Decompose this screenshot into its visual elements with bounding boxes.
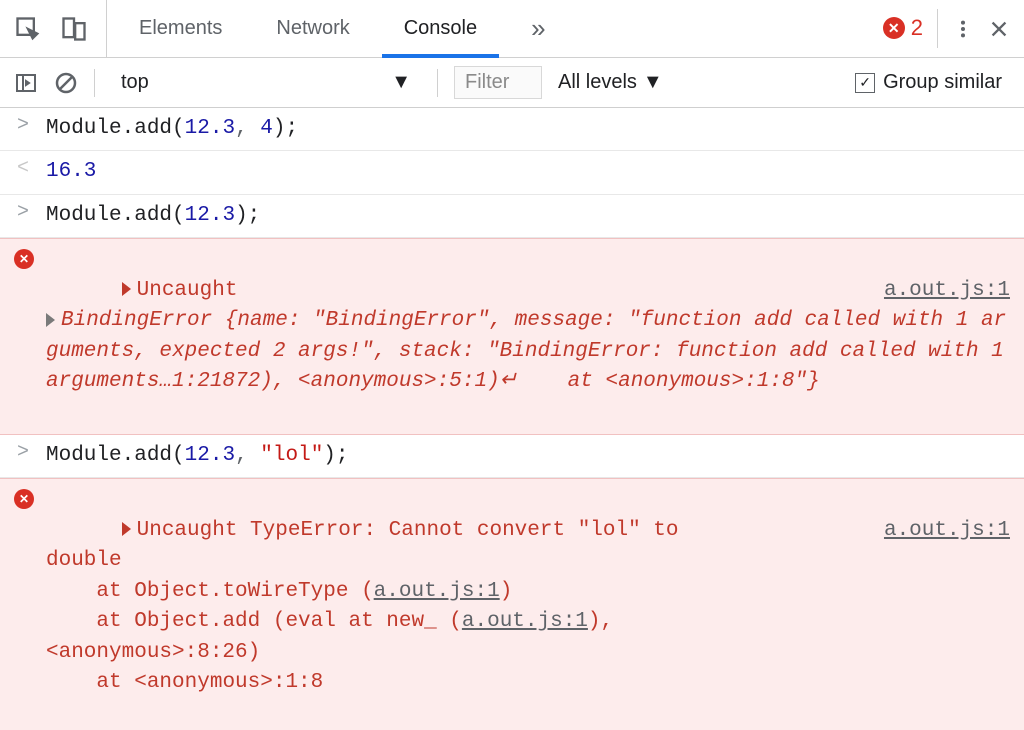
output-caret-icon: <	[14, 157, 32, 180]
devtools-tab-bar: Elements Network Console » ✕ 2	[0, 0, 1024, 58]
overflow-menu-icon[interactable]	[952, 18, 974, 40]
source-link[interactable]: a.out.js:1	[884, 276, 1010, 306]
inspect-toolbar	[14, 0, 107, 57]
output-row[interactable]: < 16.3	[0, 151, 1024, 194]
input-row[interactable]: > Module.add(12.3);	[0, 195, 1024, 238]
expand-icon[interactable]	[122, 522, 131, 536]
error-row[interactable]: ✕ a.out.js:1 Uncaught TypeError: Cannot c…	[0, 478, 1024, 730]
tab-elements[interactable]: Elements	[117, 0, 244, 57]
expand-icon[interactable]	[122, 282, 131, 296]
log-levels-selector[interactable]: All levels ▼	[558, 71, 663, 94]
error-message: BindingError {name: "BindingError", mess…	[46, 309, 1016, 393]
console-toolbar: top ▼ Filter All levels ▼ ✓ Group simila…	[0, 58, 1024, 108]
tab-network[interactable]: Network	[254, 0, 371, 57]
source-link[interactable]: a.out.js:1	[374, 580, 500, 603]
console-sidebar-toggle-icon[interactable]	[14, 71, 38, 95]
input-row[interactable]: > Module.add(12.3, "lol");	[0, 435, 1024, 478]
tab-console[interactable]: Console	[382, 0, 499, 57]
error-icon: ✕	[14, 485, 32, 509]
console-output: > Module.add(12.3, 4); < 16.3 > Module.a…	[0, 108, 1024, 730]
source-link[interactable]: a.out.js:1	[462, 610, 588, 633]
inspect-element-icon[interactable]	[14, 15, 42, 43]
input-caret-icon: >	[14, 201, 32, 224]
input-row[interactable]: > Module.add(12.3, 4);	[0, 108, 1024, 151]
chevron-down-icon: ▼	[391, 71, 411, 94]
filter-input[interactable]: Filter	[454, 66, 542, 99]
expand-icon[interactable]	[46, 313, 55, 327]
clear-console-icon[interactable]	[54, 71, 78, 95]
error-row[interactable]: ✕ a.out.js:1 Uncaught BindingError {name: …	[0, 238, 1024, 435]
error-icon: ✕	[14, 245, 32, 269]
input-caret-icon: >	[14, 114, 32, 137]
checkmark-icon: ✓	[855, 73, 875, 93]
error-title: Uncaught	[137, 279, 238, 302]
error-title: Uncaught TypeError: Cannot convert "lol"…	[137, 519, 704, 542]
context-label: top	[121, 71, 149, 94]
levels-label: All levels	[558, 71, 637, 94]
tabs-overflow-button[interactable]: »	[509, 0, 567, 57]
error-icon: ✕	[883, 17, 905, 39]
input-caret-icon: >	[14, 441, 32, 464]
source-link[interactable]: a.out.js:1	[884, 516, 1010, 546]
error-count: 2	[911, 15, 923, 41]
execution-context-selector[interactable]: top ▼	[111, 71, 421, 94]
device-toggle-icon[interactable]	[60, 15, 88, 43]
error-count-badge[interactable]: ✕ 2	[883, 9, 938, 49]
group-similar-label: Group similar	[883, 71, 1002, 94]
chevron-down-icon: ▼	[643, 71, 663, 94]
group-similar-checkbox[interactable]: ✓ Group similar	[855, 71, 1010, 94]
close-icon[interactable]	[988, 18, 1010, 40]
